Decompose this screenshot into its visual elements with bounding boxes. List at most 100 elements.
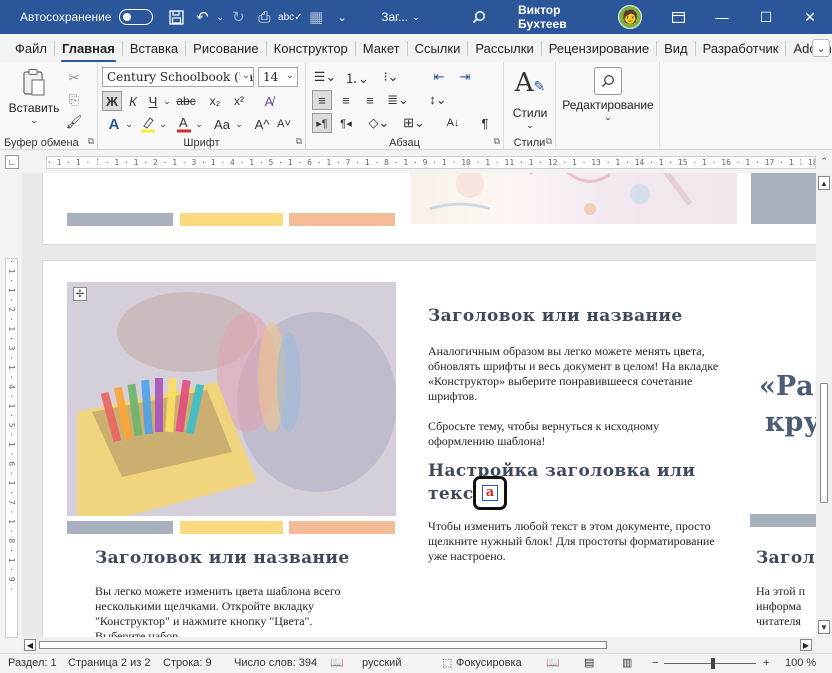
clipboard-launcher-icon[interactable]: ⧉ (88, 136, 94, 147)
shrink-font-button[interactable]: A˅ (274, 114, 294, 134)
shading-icon[interactable]: ◇⌄ (364, 113, 394, 133)
borders-icon[interactable]: ⊞⌄ (400, 113, 428, 133)
doc-title-dropdown-icon[interactable]: ⌄ (408, 4, 424, 30)
zoom-level[interactable]: 100 % (785, 657, 816, 669)
customize-toolbar-icon[interactable]: ⌄ (329, 4, 355, 30)
rtl-icon[interactable]: ¶◂ (336, 113, 356, 133)
draw-table-icon[interactable]: ▦ (303, 4, 329, 30)
web-layout-icon[interactable]: ▥ (622, 656, 632, 669)
vertical-scrollbar[interactable]: ▲ ▼ (816, 173, 832, 638)
change-case-dropdown-icon[interactable]: ⌄ (234, 114, 244, 134)
tab-mailings[interactable]: Рассылки (468, 40, 542, 56)
styles-launcher-icon[interactable]: ⧉ (546, 136, 552, 147)
align-right-icon[interactable]: ≡ (360, 90, 380, 110)
align-left-icon[interactable]: ≡ (312, 90, 332, 110)
sort-icon[interactable]: A↓ (442, 113, 464, 133)
text-effects-icon[interactable]: A (104, 114, 124, 134)
paste-button[interactable]: Вставить ⌄ (8, 68, 60, 130)
underline-button[interactable]: Ч (144, 91, 162, 111)
zoom-slider-track[interactable] (664, 663, 756, 664)
decrease-indent-icon[interactable]: ⇤ (428, 67, 450, 87)
tab-draw[interactable]: Рисование (186, 40, 267, 56)
col2-paragraph-1[interactable]: Аналогичным образом вы легко можете меня… (428, 344, 728, 404)
scroll-left-icon[interactable]: ◀ (24, 639, 36, 651)
save-icon[interactable] (163, 4, 189, 30)
line-spacing-icon[interactable]: ↕⌄ (424, 90, 452, 110)
cut-icon[interactable]: ✂ (66, 68, 82, 88)
status-focus[interactable]: Фокусировка (456, 657, 522, 669)
font-color-dropdown-icon[interactable]: ⌄ (194, 114, 204, 134)
focus-icon[interactable]: ⬚ (442, 656, 452, 669)
col3-quote-line-2[interactable]: кру (765, 405, 816, 441)
status-language[interactable]: русский (362, 657, 401, 669)
scroll-right-icon[interactable]: ▶ (800, 639, 812, 651)
col1-paragraph[interactable]: Вы легко можете изменить цвета шаблона в… (95, 584, 365, 638)
redo-icon[interactable]: ↻ (225, 4, 251, 30)
scroll-down-icon[interactable]: ▼ (818, 620, 830, 634)
status-page[interactable]: Страница 2 из 2 (68, 657, 150, 669)
autosave-toggle[interactable] (119, 9, 154, 25)
col3-line-3[interactable]: читателя (756, 614, 801, 629)
font-launcher-icon[interactable]: ⧉ (296, 136, 302, 147)
tab-layout[interactable]: Макет (356, 40, 408, 56)
search-icon[interactable] (466, 4, 492, 30)
superscript-button[interactable]: x² (228, 91, 250, 111)
col3-line-1[interactable]: На этой п (756, 584, 805, 599)
italic-button[interactable]: К (124, 91, 142, 111)
document-canvas[interactable]: ✢ Заголовок или название Вы легко можете… (22, 173, 816, 638)
col2-paragraph-3[interactable]: Чтобы изменить любой текст в этом докуме… (428, 519, 724, 564)
scroll-up-icon[interactable]: ▲ (818, 176, 830, 190)
show-marks-icon[interactable]: ¶ (474, 113, 496, 133)
vertical-scroll-thumb[interactable] (820, 383, 828, 503)
highlight-dropdown-icon[interactable]: ⌄ (158, 114, 168, 134)
zoom-out-button[interactable]: − (652, 657, 658, 669)
multilevel-list-icon[interactable]: ⁝⌄ (378, 67, 404, 87)
paragraph-launcher-icon[interactable]: ⧉ (494, 136, 500, 147)
vertical-ruler[interactable]: · 1 · 1 · 2 · 1 · 3 · 1 · 4 · 1 · 5 · 1 … (5, 258, 18, 638)
highlight-icon[interactable] (138, 114, 158, 134)
tab-insert[interactable]: Вставка (123, 40, 187, 56)
status-word-count[interactable]: Число слов: 394 (234, 657, 317, 669)
tab-review[interactable]: Рецензирование (542, 40, 658, 56)
tab-view[interactable]: Вид (657, 40, 696, 56)
subscript-button[interactable]: x₂ (204, 91, 226, 111)
increase-indent-icon[interactable]: ⇥ (454, 67, 476, 87)
col2-heading-1[interactable]: Заголовок или название (428, 306, 683, 326)
undo-icon[interactable]: ↶ (189, 4, 215, 30)
justify-icon[interactable]: ≣⌄ (384, 90, 412, 110)
user-name[interactable]: Виктор Бухтеев (518, 3, 612, 31)
tab-selector-icon[interactable]: ∟ (5, 155, 19, 169)
copy-icon[interactable]: ⎘ (66, 90, 82, 110)
print-layout-icon[interactable]: ▤ (584, 656, 594, 669)
tab-file[interactable]: Файл (8, 40, 55, 56)
align-center-icon[interactable]: ≡ (336, 90, 356, 110)
styles-button[interactable]: A✎ Стили ⌄ (508, 68, 552, 130)
col3-heading[interactable]: Загол (756, 548, 815, 568)
format-painter-icon[interactable]: 🖌 (66, 112, 83, 132)
font-name-select[interactable]: Century Schoolbook (Загол ⌄ (102, 67, 254, 87)
zoom-slider-thumb[interactable] (711, 658, 715, 669)
horizontal-scrollbar[interactable]: ◀ ▶ (22, 637, 816, 653)
numbering-icon[interactable]: ⒈⌄ (344, 67, 370, 87)
ruler-scroll-up-icon[interactable]: ⌃ (820, 156, 828, 167)
move-handle-icon[interactable]: ✢ (73, 287, 87, 301)
close-icon[interactable]: ✕ (788, 0, 832, 34)
change-case-button[interactable]: Aa (210, 114, 234, 134)
font-size-select[interactable]: 14 ⌄ (258, 67, 298, 87)
bullets-icon[interactable]: ☰⌄ (312, 67, 338, 87)
tab-developer[interactable]: Разработчик (696, 40, 787, 56)
editing-button[interactable]: Редактирование ⌄ (560, 66, 656, 132)
maximize-icon[interactable]: ☐ (744, 0, 788, 34)
clear-formatting-icon[interactable]: A̸ (258, 91, 280, 111)
status-line[interactable]: Строка: 9 (163, 657, 212, 669)
minimize-icon[interactable]: — (700, 0, 744, 34)
underline-dropdown-icon[interactable]: ⌄ (162, 91, 172, 111)
strikethrough-button[interactable]: abc (174, 91, 198, 111)
spelling-icon[interactable]: abc✓ (277, 4, 303, 30)
undo-dropdown-icon[interactable]: ⌄ (215, 4, 225, 30)
tab-references[interactable]: Ссылки (408, 40, 469, 56)
tab-design[interactable]: Конструктор (267, 40, 356, 56)
user-avatar[interactable]: 🧑 (618, 5, 643, 29)
read-mode-icon[interactable]: 📖 (546, 656, 560, 669)
proofing-icon[interactable]: 📖 (330, 656, 344, 669)
